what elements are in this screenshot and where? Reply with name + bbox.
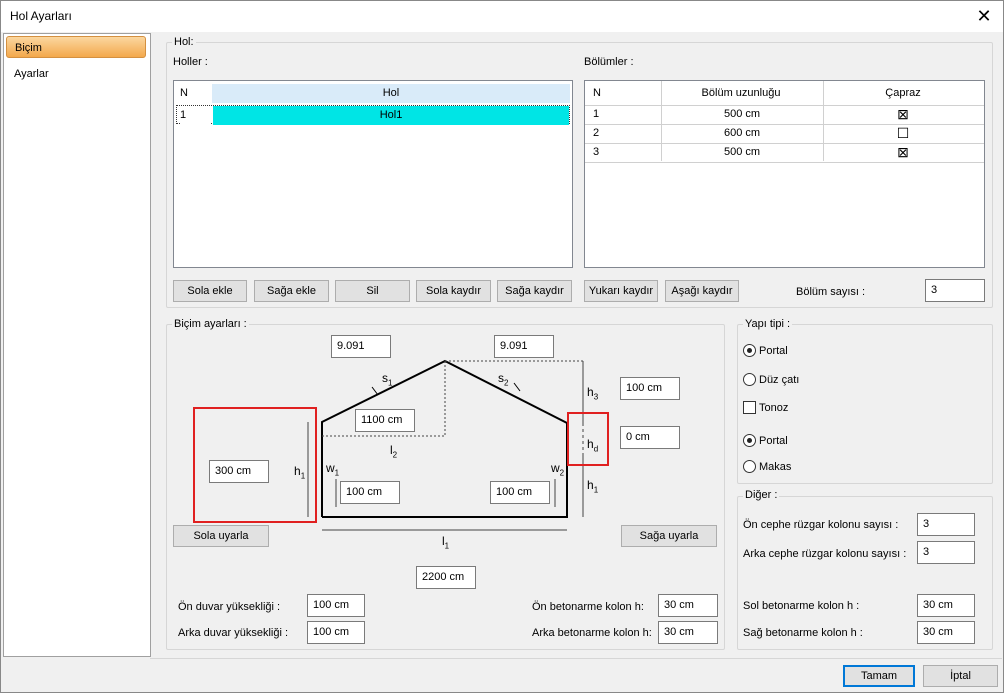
label-l2: l2 (390, 443, 398, 460)
l1-input[interactable]: 2200 cm (416, 566, 476, 589)
on-duvar-input[interactable]: 100 cm (307, 594, 365, 617)
sol-beton-input[interactable]: 30 cm (917, 594, 975, 617)
sola-uyarla-button[interactable]: Sola uyarla (173, 525, 269, 547)
tonoz-label: Tonoz (759, 402, 789, 414)
label-h3: h3 (587, 385, 599, 402)
arka-beton-label: Arka betonarme kolon h: (532, 627, 652, 639)
label-s1: s1 (382, 371, 393, 388)
slope-right-input[interactable]: 9.091 (494, 335, 554, 358)
portal-label: Portal (759, 345, 788, 357)
portal-2-radio[interactable] (743, 434, 756, 447)
sag-beton-input[interactable]: 30 cm (917, 621, 975, 644)
tonoz-checkbox[interactable] (743, 401, 756, 414)
h3-input[interactable]: 100 cm (620, 377, 680, 400)
slope-left-input[interactable]: 9.091 (331, 335, 391, 358)
arka-duvar-label: Arka duvar yüksekliği : (178, 627, 289, 639)
yapi-tipi-label: Yapı tipi : (743, 318, 793, 330)
label-s2: s2 (498, 371, 509, 388)
tamam-button[interactable]: Tamam (843, 665, 915, 687)
on-duvar-label: Ön duvar yüksekliği : (178, 601, 281, 613)
sol-beton-label: Sol betonarme kolon h : (743, 600, 860, 612)
on-beton-label: Ön betonarme kolon h: (532, 601, 644, 613)
slope-tick-right (513, 382, 521, 392)
slope-tick-left (371, 386, 379, 396)
portal-radio[interactable] (743, 344, 756, 357)
label-w2: w2 (551, 461, 565, 478)
duz-cati-label: Düz çatı (759, 374, 800, 386)
on-ruzgar-label: Ön cephe rüzgar kolonu sayısı : (743, 519, 899, 531)
w2-input[interactable]: 100 cm (490, 481, 550, 504)
on-ruzgar-input[interactable]: 3 (917, 513, 975, 536)
w1-input[interactable]: 100 cm (340, 481, 400, 504)
l2-input[interactable]: 1100 cm (355, 409, 415, 432)
diger-label: Diğer : (743, 489, 780, 501)
iptal-button[interactable]: İptal (923, 665, 998, 687)
makas-label: Makas (759, 461, 792, 473)
footer-divider (150, 658, 1002, 659)
label-h1-right: h1 (587, 478, 599, 495)
label-w1: w1 (326, 461, 340, 478)
makas-radio[interactable] (743, 460, 756, 473)
label-h1-left: h1 (294, 464, 306, 481)
label-l1: l1 (442, 534, 450, 551)
duz-cati-radio[interactable] (743, 373, 756, 386)
arka-beton-input[interactable]: 30 cm (658, 621, 718, 644)
saga-uyarla-button[interactable]: Sağa uyarla (621, 525, 717, 547)
sag-beton-label: Sağ betonarme kolon h : (743, 627, 863, 639)
arka-ruzgar-label: Arka cephe rüzgar kolonu sayısı : (743, 548, 907, 560)
arka-duvar-input[interactable]: 100 cm (307, 621, 365, 644)
h1-left-input[interactable]: 300 cm (209, 460, 269, 483)
portal-2-label: Portal (759, 435, 788, 447)
label-hd: hd (587, 437, 599, 454)
hd-input[interactable]: 0 cm (620, 426, 680, 449)
on-beton-input[interactable]: 30 cm (658, 594, 718, 617)
arka-ruzgar-input[interactable]: 3 (917, 541, 975, 564)
